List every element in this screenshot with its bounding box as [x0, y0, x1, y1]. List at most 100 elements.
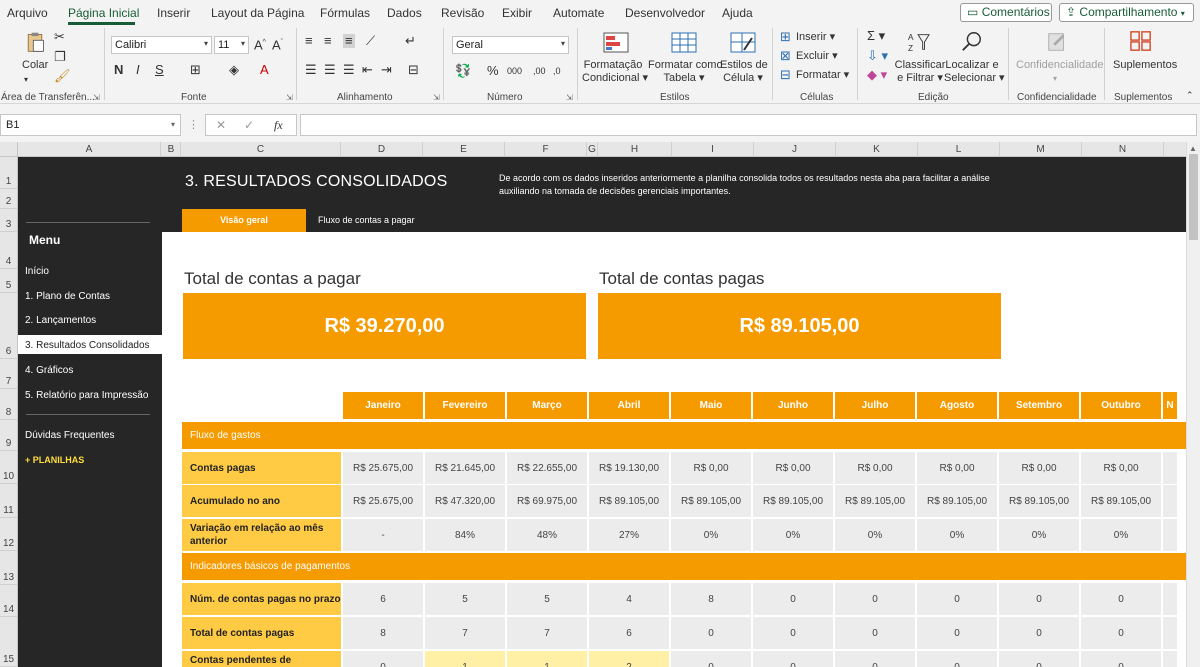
column-header[interactable]: I — [672, 142, 754, 157]
sidebar-item-lancamentos[interactable]: 2. Lançamentos — [25, 315, 96, 326]
percent-icon[interactable]: % — [487, 64, 499, 78]
grow-font-icon[interactable]: A^ — [254, 36, 266, 52]
thousands-separator-icon[interactable]: 000 — [507, 64, 522, 78]
table-cell[interactable]: 0 — [917, 651, 997, 667]
align-middle-icon[interactable]: ≡ — [324, 34, 332, 48]
addins-button[interactable]: Suplementos — [1113, 59, 1177, 72]
table-cell[interactable]: 7 — [507, 617, 587, 649]
dialog-launcher-icon[interactable]: ⇲ — [93, 93, 100, 102]
table-cell[interactable]: 0% — [999, 519, 1079, 551]
table-cell[interactable]: 0 — [999, 583, 1079, 615]
table-cell[interactable]: 0 — [753, 583, 833, 615]
table-cell[interactable]: 2 — [589, 651, 669, 667]
table-cell[interactable]: 0 — [999, 651, 1079, 667]
table-cell[interactable]: 0 — [835, 651, 915, 667]
table-cell[interactable] — [1163, 485, 1177, 517]
table-cell[interactable]: 0 — [671, 651, 751, 667]
table-cell[interactable]: - — [343, 519, 423, 551]
sort-filter-label[interactable]: Classificar e Filtrar ▾ — [894, 59, 946, 85]
table-cell[interactable] — [1163, 452, 1177, 484]
format-table-label[interactable]: Formatar como Tabela ▾ — [648, 59, 723, 85]
shrink-font-icon[interactable]: Aˇ — [272, 36, 283, 52]
table-cell[interactable]: 0 — [1081, 617, 1161, 649]
row-header[interactable]: 8 — [0, 389, 17, 420]
table-cell[interactable]: 0 — [917, 583, 997, 615]
chevron-down-icon[interactable]: ▾ — [24, 73, 28, 87]
table-cell[interactable]: 0 — [343, 651, 423, 667]
tab-layout[interactable]: Layout da Página — [211, 6, 304, 20]
table-cell[interactable]: R$ 22.655,00 — [507, 452, 587, 484]
column-header[interactable]: K — [836, 142, 918, 157]
delete-cells-label[interactable]: Excluir ▾ — [796, 50, 838, 63]
align-left-icon[interactable]: ☰ — [305, 63, 317, 77]
clear-icon[interactable]: ◆ ▾ — [867, 68, 887, 82]
table-cell[interactable]: R$ 25.675,00 — [343, 452, 423, 484]
dialog-launcher-icon[interactable]: ⇲ — [433, 93, 440, 102]
table-cell[interactable]: R$ 0,00 — [917, 452, 997, 484]
addins-icon[interactable] — [1128, 30, 1154, 52]
table-cell[interactable]: 0% — [835, 519, 915, 551]
select-all-corner[interactable] — [0, 142, 18, 157]
tab-fluxo-contas[interactable]: Fluxo de contas a pagar — [318, 209, 415, 232]
table-cell[interactable]: 1 — [507, 651, 587, 667]
table-cell[interactable]: R$ 0,00 — [835, 452, 915, 484]
row-header[interactable]: 3 — [0, 209, 17, 232]
decrease-indent-icon[interactable]: ⇤ — [362, 63, 373, 77]
table-cell[interactable]: 8 — [343, 617, 423, 649]
confirm-icon[interactable]: ✓ — [244, 118, 254, 132]
table-cell[interactable]: R$ 89.105,00 — [671, 485, 751, 517]
tab-pagina-inicial[interactable]: Página Inicial — [68, 6, 139, 20]
tab-formulas[interactable]: Fórmulas — [320, 6, 370, 20]
table-cell[interactable]: 0% — [1081, 519, 1161, 551]
table-cell[interactable]: 8 — [671, 583, 751, 615]
decrease-decimal-icon[interactable]: ,0 — [553, 64, 561, 78]
tab-ajuda[interactable]: Ajuda — [722, 6, 753, 20]
sidebar-item-graficos[interactable]: 4. Gráficos — [25, 365, 73, 376]
column-header[interactable]: F — [505, 142, 587, 157]
scroll-thumb[interactable] — [1189, 154, 1198, 240]
column-header[interactable]: M — [1000, 142, 1082, 157]
tab-visao-geral[interactable]: Visão geral — [182, 209, 306, 232]
copy-icon[interactable]: ❐ — [54, 50, 66, 64]
row-header[interactable]: 11 — [0, 484, 17, 518]
more-options-icon[interactable]: ⋮ — [188, 118, 199, 131]
table-cell[interactable]: R$ 0,00 — [1081, 452, 1161, 484]
search-icon[interactable] — [959, 30, 985, 52]
table-cell[interactable]: 0 — [835, 583, 915, 615]
format-cells-label[interactable]: Formatar ▾ — [796, 69, 849, 82]
tab-automate[interactable]: Automate — [553, 6, 604, 20]
align-bottom-icon[interactable]: ≡ — [343, 34, 355, 48]
sidebar-item-inicio[interactable]: Início — [25, 266, 49, 277]
tab-arquivo[interactable]: Arquivo — [7, 6, 48, 20]
bold-icon[interactable]: N — [114, 63, 123, 77]
column-header[interactable]: C — [181, 142, 341, 157]
vertical-scrollbar[interactable]: ▲ — [1186, 142, 1200, 667]
column-header[interactable]: B — [162, 142, 181, 157]
font-color-icon[interactable]: A — [260, 63, 269, 77]
conditional-format-icon[interactable] — [603, 32, 629, 54]
table-cell[interactable] — [1163, 583, 1177, 615]
autosum-icon[interactable]: Σ ▾ — [867, 29, 885, 43]
paste-label[interactable]: Colar — [22, 59, 48, 72]
tab-revisao[interactable]: Revisão — [441, 6, 484, 20]
cancel-icon[interactable]: ✕ — [216, 118, 226, 132]
table-cell[interactable]: R$ 19.130,00 — [589, 452, 669, 484]
italic-icon[interactable]: I — [136, 63, 140, 77]
orientation-icon[interactable]: ⟋ — [366, 34, 375, 48]
table-cell[interactable]: R$ 89.105,00 — [835, 485, 915, 517]
column-header[interactable]: H — [598, 142, 672, 157]
table-cell[interactable]: R$ 89.105,00 — [589, 485, 669, 517]
table-cell[interactable]: 0% — [753, 519, 833, 551]
merge-center-icon[interactable]: ⊟ — [408, 63, 419, 77]
table-cell[interactable]: 6 — [589, 617, 669, 649]
column-header[interactable]: E — [423, 142, 505, 157]
align-center-icon[interactable]: ☰ — [324, 63, 336, 77]
row-header[interactable]: 13 — [0, 551, 17, 585]
insert-cells-icon[interactable]: ⊞ — [780, 30, 791, 44]
font-size-combo[interactable]: 11 ▾ — [214, 36, 249, 54]
number-format-combo[interactable]: Geral ▾ — [452, 36, 569, 54]
format-table-icon[interactable] — [671, 32, 697, 54]
table-cell[interactable]: 0 — [835, 617, 915, 649]
row-header[interactable]: 4 — [0, 232, 17, 269]
cell-styles-label[interactable]: Estilos de Célula ▾ — [720, 59, 768, 85]
